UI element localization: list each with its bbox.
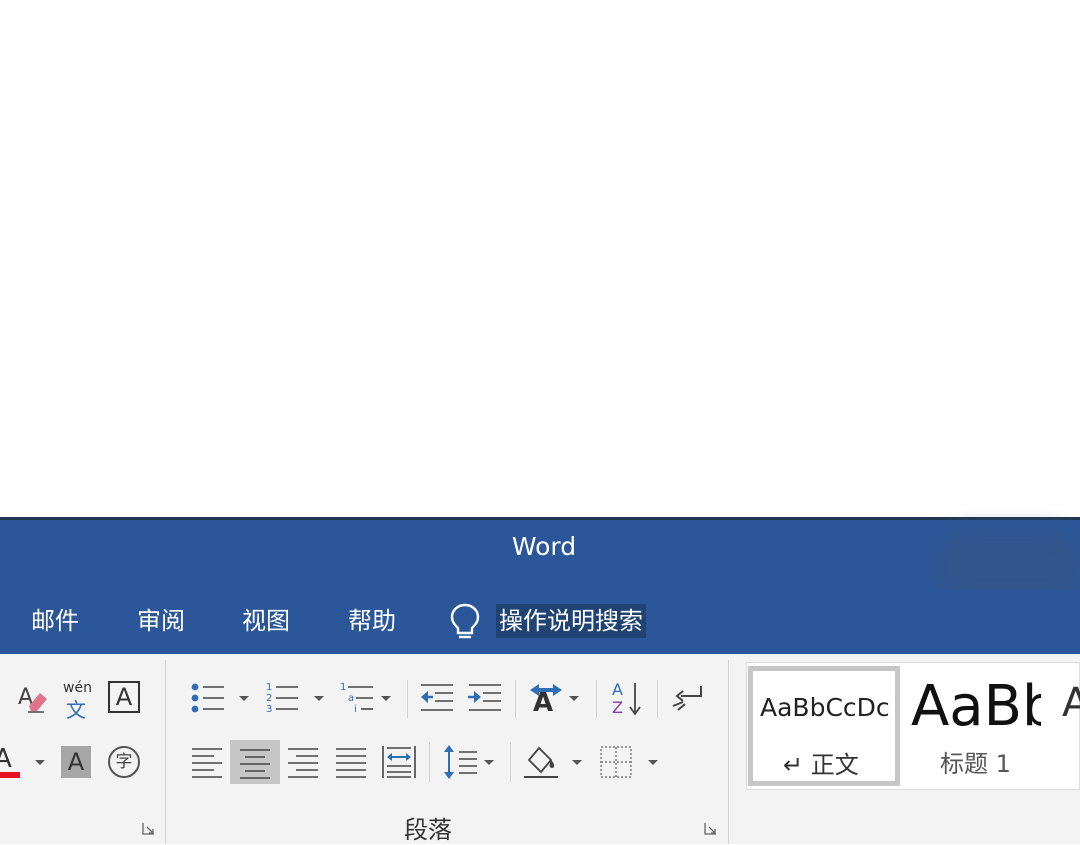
font-color-letter: A xyxy=(0,744,12,774)
wen-character: 文 xyxy=(66,698,86,722)
asian-layout-button[interactable]: A xyxy=(527,680,583,718)
increase-indent-icon xyxy=(468,684,501,711)
numbering-button[interactable]: 123 xyxy=(264,680,328,716)
align-right-button[interactable] xyxy=(284,742,322,782)
character-border-button[interactable]: A xyxy=(108,681,140,713)
character-shading-button[interactable]: A xyxy=(61,746,91,778)
group-separator xyxy=(728,660,729,844)
bullet-list-icon xyxy=(191,683,249,713)
paragraph-separator xyxy=(657,680,658,718)
numbered-list-icon: 123 xyxy=(266,682,324,715)
font-color-dropdown-chevron-icon[interactable] xyxy=(34,758,46,768)
bullets-button[interactable] xyxy=(188,680,252,716)
show-paragraph-marks-button[interactable] xyxy=(669,680,705,716)
tab-view[interactable]: 视图 xyxy=(242,604,290,638)
borders-icon xyxy=(600,746,658,778)
font-dialog-launcher-icon[interactable] xyxy=(142,822,155,835)
style-normal[interactable]: AaBbCcDc ↵ 正文 xyxy=(748,666,900,786)
paragraph-marks-icon xyxy=(672,686,702,711)
tab-review[interactable]: 审阅 xyxy=(137,604,185,638)
window-title: Word xyxy=(511,532,577,561)
font-color-underline xyxy=(0,772,20,778)
style-normal-name: ↵ 正文 xyxy=(783,751,859,779)
paragraph-separator xyxy=(515,680,516,718)
paragraph-separator xyxy=(510,742,511,782)
style-heading-1-name: 标题 1 xyxy=(940,750,1011,778)
phonetic-guide-button[interactable]: wén 文 xyxy=(60,678,98,722)
distributed-icon xyxy=(382,746,416,778)
sort-button[interactable]: A Z xyxy=(610,680,646,718)
document-page[interactable] xyxy=(0,0,1080,518)
align-center-icon xyxy=(240,749,270,779)
style-heading-2-partial[interactable]: A xyxy=(1062,680,1080,726)
group-separator xyxy=(165,660,166,844)
eraser-icon: A xyxy=(18,685,47,713)
lightbulb-icon xyxy=(450,603,480,639)
svg-text:1: 1 xyxy=(340,682,346,693)
clear-formatting-button[interactable]: A xyxy=(14,680,50,716)
svg-text:i: i xyxy=(354,704,357,715)
line-spacing-icon xyxy=(444,745,494,779)
line-spacing-button[interactable] xyxy=(441,742,499,782)
align-left-button[interactable] xyxy=(188,742,226,782)
tab-help[interactable]: 帮助 xyxy=(348,604,396,638)
multilevel-list-button[interactable]: 1ai xyxy=(339,680,395,716)
justify-button[interactable] xyxy=(332,742,370,782)
distributed-button[interactable] xyxy=(380,742,418,782)
decrease-indent-icon xyxy=(421,684,453,711)
align-left-icon xyxy=(192,748,222,778)
svg-text:a: a xyxy=(348,693,354,704)
tab-mailings[interactable]: 邮件 xyxy=(31,604,79,638)
shading-button[interactable] xyxy=(521,742,585,782)
decrease-indent-button[interactable] xyxy=(419,680,455,716)
align-right-icon xyxy=(288,748,318,778)
center-button[interactable] xyxy=(230,740,280,784)
style-normal-preview: AaBbCcDc xyxy=(760,693,890,722)
increase-indent-button[interactable] xyxy=(467,680,503,716)
asian-layout-icon: A xyxy=(530,684,579,718)
borders-button[interactable] xyxy=(598,742,662,782)
justify-icon xyxy=(336,748,366,778)
svg-text:Z: Z xyxy=(612,698,623,717)
style-heading-1-preview: AaBb xyxy=(911,674,1041,739)
search-label: 操作说明搜索 xyxy=(496,604,646,638)
svg-text:3: 3 xyxy=(266,704,272,715)
style-heading-1[interactable]: AaBb 标题 1 xyxy=(906,666,1080,786)
paragraph-group-label: 段落 xyxy=(404,816,452,844)
svg-text:1: 1 xyxy=(266,682,272,693)
paragraph-dialog-launcher-icon[interactable] xyxy=(704,822,717,835)
paragraph-separator xyxy=(429,742,430,782)
paragraph-separator xyxy=(407,680,408,718)
svg-text:A: A xyxy=(612,680,623,699)
sort-az-icon: A Z xyxy=(612,680,641,717)
paragraph-separator xyxy=(596,680,597,718)
enclose-characters-button[interactable]: 字 xyxy=(108,746,140,778)
svg-text:2: 2 xyxy=(266,693,272,704)
paint-bucket-icon xyxy=(524,746,582,778)
multilevel-list-icon: 1ai xyxy=(340,682,391,715)
